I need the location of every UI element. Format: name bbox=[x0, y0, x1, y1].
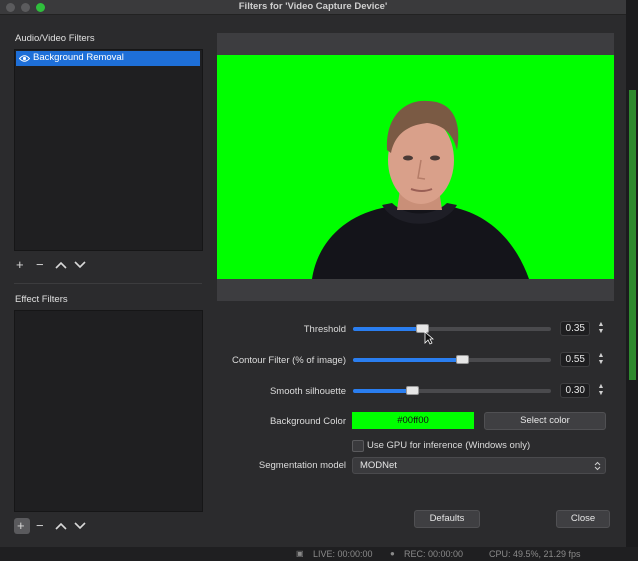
filter-item-label: Background Removal bbox=[33, 52, 124, 63]
eye-icon[interactable] bbox=[19, 54, 30, 63]
chevron-updown-icon bbox=[594, 461, 601, 471]
contour-filter-slider-fill bbox=[353, 358, 462, 362]
rec-indicator-icon: ● bbox=[390, 549, 395, 558]
cpu-status: CPU: 49.5%, 21.29 fps bbox=[489, 549, 581, 559]
section-divider bbox=[14, 283, 202, 284]
segmentation-model-select[interactable]: MODNet bbox=[352, 457, 606, 474]
live-indicator-icon: ▣ bbox=[296, 549, 304, 558]
threshold-spinbox[interactable]: 0.35 bbox=[560, 321, 590, 336]
threshold-label: Threshold bbox=[303, 324, 346, 335]
segmentation-model-value: MODNet bbox=[360, 460, 397, 471]
window-title: Filters for 'Video Capture Device' bbox=[238, 1, 388, 12]
add-effect-button[interactable]: + bbox=[17, 519, 25, 533]
title-bar: Filters for 'Video Capture Device' bbox=[0, 0, 626, 15]
effect-filters-list[interactable] bbox=[14, 310, 203, 512]
effect-move-up-icon[interactable] bbox=[55, 522, 67, 530]
filter-item-background-removal[interactable]: Background Removal bbox=[16, 51, 200, 66]
move-up-icon[interactable] bbox=[55, 261, 67, 269]
close-button[interactable]: Close bbox=[556, 510, 610, 528]
smooth-silhouette-stepper-icon[interactable]: ▲ ▼ bbox=[596, 383, 606, 397]
smooth-silhouette-spinbox[interactable]: 0.30 bbox=[560, 383, 590, 398]
threshold-slider[interactable] bbox=[353, 324, 551, 333]
add-effect-button-bg[interactable]: + bbox=[14, 518, 30, 534]
contour-filter-stepper-icon[interactable]: ▲ ▼ bbox=[596, 352, 606, 366]
contour-filter-label: Contour Filter (% of image) bbox=[231, 355, 346, 366]
background-green-strip bbox=[629, 90, 636, 380]
status-bar: ▣ LIVE: 00:00:00 ● REC: 00:00:00 CPU: 49… bbox=[0, 547, 638, 561]
audio-video-filters-list[interactable]: Background Removal bbox=[14, 49, 203, 251]
background-window-edge bbox=[626, 0, 638, 561]
threshold-stepper-icon[interactable]: ▲ ▼ bbox=[596, 321, 606, 335]
person-silhouette bbox=[312, 100, 529, 279]
background-color-label: Background Color bbox=[269, 416, 346, 427]
contour-filter-spinbox[interactable]: 0.55 bbox=[560, 352, 590, 367]
effect-filters-label: Effect Filters bbox=[15, 294, 68, 305]
remove-filter-button[interactable]: − bbox=[36, 258, 44, 272]
use-gpu-label: Use GPU for inference (Windows only) bbox=[367, 440, 531, 451]
video-preview bbox=[217, 55, 614, 279]
contour-filter-slider-handle[interactable] bbox=[456, 355, 469, 364]
segmentation-model-label: Segmentation model bbox=[258, 460, 346, 471]
threshold-slider-fill bbox=[353, 327, 422, 331]
live-status: LIVE: 00:00:00 bbox=[313, 549, 373, 559]
defaults-button[interactable]: Defaults bbox=[414, 510, 480, 528]
mouse-cursor-icon bbox=[424, 331, 434, 345]
smooth-silhouette-label: Smooth silhouette bbox=[269, 386, 346, 397]
smooth-silhouette-slider-handle[interactable] bbox=[406, 386, 419, 395]
select-color-button[interactable]: Select color bbox=[484, 412, 606, 430]
use-gpu-checkbox[interactable] bbox=[352, 440, 364, 452]
smooth-silhouette-slider[interactable] bbox=[353, 386, 551, 395]
smooth-silhouette-slider-fill bbox=[353, 389, 412, 393]
add-filter-button[interactable]: + bbox=[16, 258, 24, 272]
audio-video-filters-label: Audio/Video Filters bbox=[15, 33, 95, 44]
background-color-swatch: #00ff00 bbox=[352, 412, 474, 429]
move-down-icon[interactable] bbox=[74, 261, 86, 269]
effect-move-down-icon[interactable] bbox=[74, 522, 86, 530]
rec-status: REC: 00:00:00 bbox=[404, 549, 464, 559]
contour-filter-slider[interactable] bbox=[353, 355, 551, 364]
remove-effect-button[interactable]: − bbox=[36, 519, 44, 533]
